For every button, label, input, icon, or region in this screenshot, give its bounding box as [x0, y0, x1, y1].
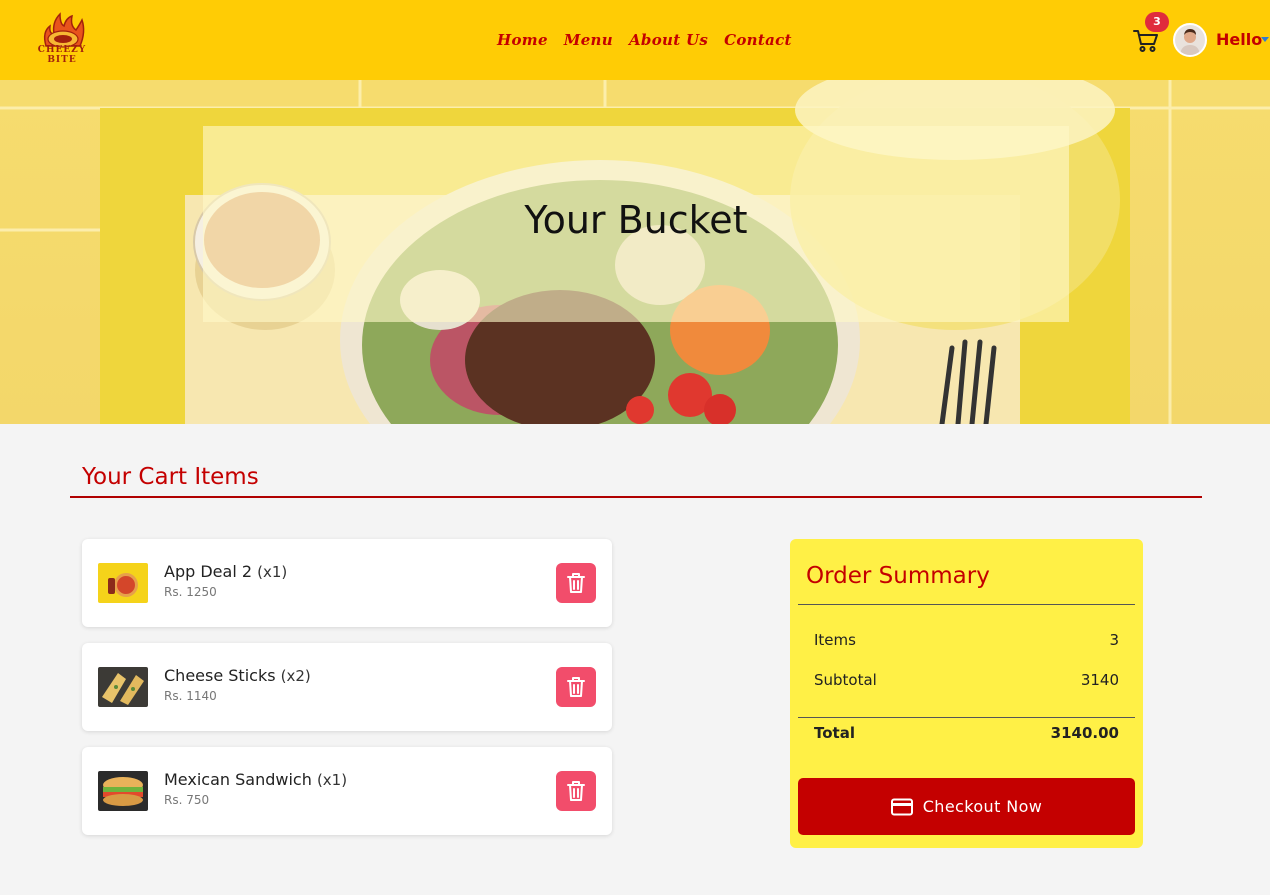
- summary-subtotal-label: Subtotal: [814, 671, 877, 689]
- item-quantity: (x1): [257, 563, 288, 581]
- summary-divider: [798, 717, 1135, 718]
- item-price: Rs. 1250: [164, 585, 217, 599]
- item-price: Rs. 1140: [164, 689, 217, 703]
- checkout-button[interactable]: Checkout Now: [798, 778, 1135, 835]
- item-price: Rs. 750: [164, 793, 210, 807]
- nav-about-us[interactable]: About Us: [629, 31, 708, 49]
- item-name: Mexican Sandwich: [164, 770, 312, 789]
- cart-section-title: Your Cart Items: [82, 464, 259, 490]
- summary-items-label: Items: [814, 631, 856, 649]
- item-name: App Deal 2: [164, 562, 253, 581]
- cart-item: Mexican Sandwich (x1) Rs. 750: [82, 747, 612, 835]
- order-summary-card: Order Summary Items 3 Subtotal 3140 Tota…: [790, 539, 1143, 848]
- delete-item-button[interactable]: [556, 667, 596, 707]
- nav-menu[interactable]: Menu: [564, 31, 613, 49]
- item-thumbnail: [98, 667, 148, 707]
- trash-icon: [567, 781, 585, 801]
- user-greeting[interactable]: Hello: [1216, 30, 1262, 49]
- trash-icon: [567, 573, 585, 593]
- item-thumbnail: [98, 563, 148, 603]
- item-name-line: App Deal 2 (x1): [164, 562, 287, 581]
- delete-item-button[interactable]: [556, 771, 596, 811]
- caret-down-icon[interactable]: [1261, 37, 1269, 42]
- summary-items-row: Items 3: [814, 631, 1119, 649]
- summary-total-value: 3140.00: [1050, 724, 1119, 742]
- cart-item: Cheese Sticks (x2) Rs. 1140: [82, 643, 612, 731]
- hero-banner: Your Bucket: [0, 80, 1270, 424]
- cart-item: App Deal 2 (x1) Rs. 1250: [82, 539, 612, 627]
- nav-home[interactable]: Home: [497, 31, 548, 49]
- item-quantity: (x2): [280, 667, 311, 685]
- item-quantity: (x1): [316, 771, 348, 789]
- delete-item-button[interactable]: [556, 563, 596, 603]
- checkout-label: Checkout Now: [922, 797, 1043, 816]
- summary-total-row: Total 3140.00: [814, 724, 1119, 742]
- item-thumbnail: [98, 771, 148, 811]
- summary-items-value: 3: [1109, 631, 1119, 649]
- summary-subtotal-row: Subtotal 3140: [814, 671, 1119, 689]
- item-name-line: Cheese Sticks (x2): [164, 666, 311, 685]
- item-name: Cheese Sticks: [164, 666, 276, 685]
- cart-count-badge: 3: [1145, 12, 1169, 32]
- page-title: Your Bucket: [524, 198, 748, 242]
- user-avatar[interactable]: [1173, 23, 1207, 57]
- order-summary-title: Order Summary: [806, 563, 990, 589]
- section-divider: [70, 496, 1202, 498]
- item-name-line: Mexican Sandwich (x1): [164, 770, 347, 789]
- navbar: CHEEZY BITE Home Menu About Us Contact 3…: [0, 0, 1270, 80]
- summary-divider: [798, 604, 1135, 605]
- main-nav: Home Menu About Us Contact: [497, 31, 792, 49]
- credit-card-icon: [890, 798, 913, 815]
- brand-name: CHEEZY BITE: [37, 45, 87, 65]
- summary-total-label: Total: [814, 724, 855, 742]
- summary-subtotal-value: 3140: [1080, 671, 1119, 689]
- nav-contact[interactable]: Contact: [724, 31, 792, 49]
- trash-icon: [567, 677, 585, 697]
